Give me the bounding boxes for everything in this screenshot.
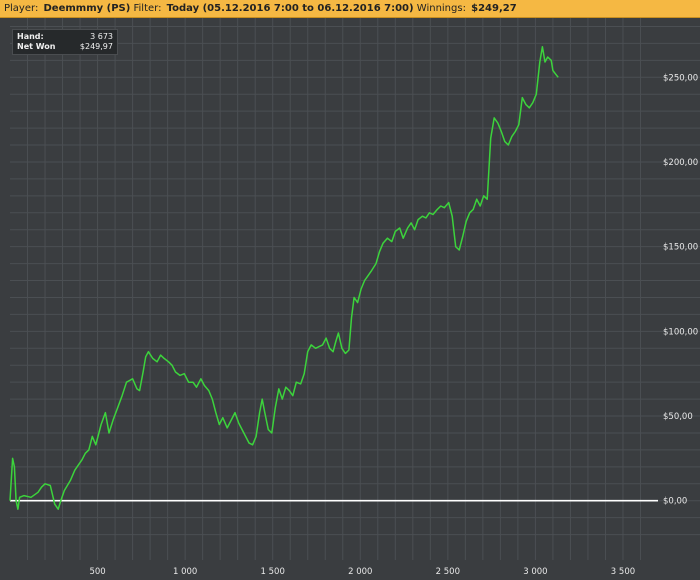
player-label: Player: [4,3,39,14]
filter-label: Filter: [133,3,162,14]
winnings-value: $249,27 [471,3,517,14]
x-tick-label: 1 000 [173,567,197,577]
x-tick-label: 1 500 [261,567,285,577]
chart-background [0,18,700,580]
y-tick-label: $200,00 [663,158,698,168]
y-tick-label: $150,00 [663,243,698,253]
player-value[interactable]: Deemmmy (PS) [44,3,131,14]
tooltip-hand-value: 3 673 [90,32,113,41]
x-tick-label: 3 500 [611,567,635,577]
y-tick-label: $250,00 [663,73,698,83]
x-tick-label: 2 500 [436,567,460,577]
tooltip-hand-label: Hand: [17,32,44,41]
tooltip-net-label: Net Won [17,42,56,51]
x-tick-label: 500 [89,567,105,577]
y-tick-label: $50,00 [663,412,693,422]
hover-tooltip: Hand: 3 673 Net Won $249,97 [12,29,118,55]
winnings-label: Winnings: [416,3,466,14]
x-tick-label: 3 000 [523,567,547,577]
filter-header-bar: Player: Deemmmy (PS) Filter: Today (05.1… [0,0,700,18]
y-tick-label: $100,00 [663,327,698,337]
y-tick-label: $0,00 [663,497,687,507]
tooltip-net-value: $249,97 [79,42,113,51]
x-tick-label: 2 000 [348,567,372,577]
filter-value[interactable]: Today (05.12.2016 7:00 to 06.12.2016 7:0… [167,3,414,14]
winnings-chart[interactable]: $0,00$50,00$100,00$150,00$200,00$250,00 … [0,18,700,580]
